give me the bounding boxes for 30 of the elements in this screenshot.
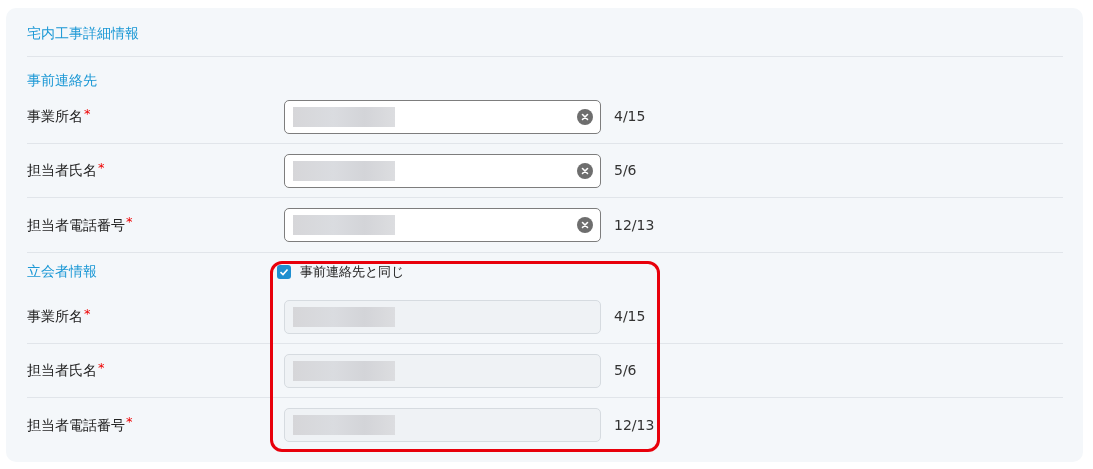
character-counter: 12/13 (614, 415, 655, 435)
required-mark: * (98, 158, 105, 177)
field-label: 事業所名 (27, 107, 83, 127)
same-as-checkbox[interactable]: 事前連絡先と同じ (277, 261, 404, 282)
field-label: 担当者電話番号 (27, 415, 125, 435)
character-counter: 5/6 (614, 161, 637, 180)
clear-icon[interactable] (577, 162, 593, 179)
required-mark: * (126, 213, 133, 232)
clear-icon[interactable] (577, 108, 593, 125)
required-mark: * (84, 104, 91, 123)
checkbox[interactable] (277, 264, 291, 279)
section-heading: 立会者情報 (27, 262, 98, 281)
required-mark: * (126, 413, 133, 432)
field-label: 担当者氏名 (27, 161, 97, 181)
clear-icon[interactable] (577, 217, 593, 233)
field-label: 担当者電話番号 (27, 215, 125, 235)
input-field[interactable] (284, 99, 601, 134)
character-counter: 4/15 (614, 107, 646, 126)
field-label: 担当者氏名 (27, 361, 97, 381)
card-title: 宅内工事詳細情報 (27, 23, 139, 43)
check-icon (279, 266, 289, 277)
character-counter: 4/15 (614, 307, 646, 326)
character-counter: 5/6 (614, 361, 637, 380)
input-field[interactable] (284, 208, 601, 242)
required-mark: * (98, 358, 105, 377)
input-field[interactable] (284, 153, 601, 188)
character-counter: 12/13 (614, 215, 655, 235)
required-mark: * (84, 304, 91, 323)
field-label: 事業所名 (27, 307, 83, 327)
section-heading: 事前連絡先 (27, 71, 97, 90)
